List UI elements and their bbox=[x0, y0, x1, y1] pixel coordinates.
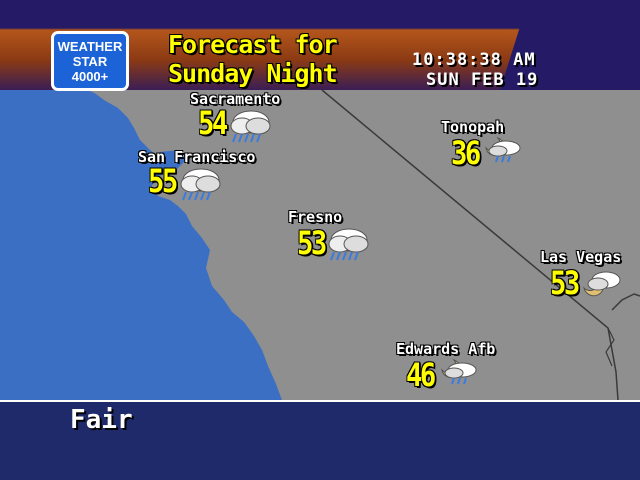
title-line-1: Forecast for bbox=[168, 30, 338, 59]
rain-cloud-icon bbox=[230, 110, 271, 143]
rain-cloud-icon bbox=[328, 228, 369, 261]
city-temp: 36 bbox=[451, 134, 481, 172]
clock-date: SUN FEB 19 bbox=[426, 70, 539, 90]
city-temp: 54 bbox=[198, 104, 228, 142]
rain-cloud-icon bbox=[180, 168, 221, 201]
clock: 10:38:38 AM SUN FEB 19 bbox=[412, 50, 538, 90]
moon-cloud-rain-icon bbox=[441, 358, 477, 385]
page-title: Forecast for Sunday Night bbox=[168, 30, 338, 88]
city-temp: 55 bbox=[148, 162, 178, 200]
weatherstar-logo: WEATHER STAR 4000+ bbox=[51, 31, 129, 91]
moon-cloud-icon bbox=[583, 271, 621, 297]
city-temp: 53 bbox=[550, 264, 580, 302]
clock-time: 10:38:38 AM bbox=[412, 50, 536, 70]
conditions-bar: Fair bbox=[0, 400, 640, 480]
logo-line-3: 4000+ bbox=[71, 69, 109, 84]
title-line-2: Sunday Night bbox=[168, 59, 338, 88]
conditions-text: Fair bbox=[70, 405, 133, 435]
logo-line-2: STAR bbox=[72, 54, 108, 69]
city-temp: 53 bbox=[297, 224, 327, 262]
city-temp: 46 bbox=[406, 356, 436, 394]
moon-cloud-rain-icon bbox=[485, 136, 521, 163]
logo-line-1: WEATHER bbox=[57, 39, 123, 54]
